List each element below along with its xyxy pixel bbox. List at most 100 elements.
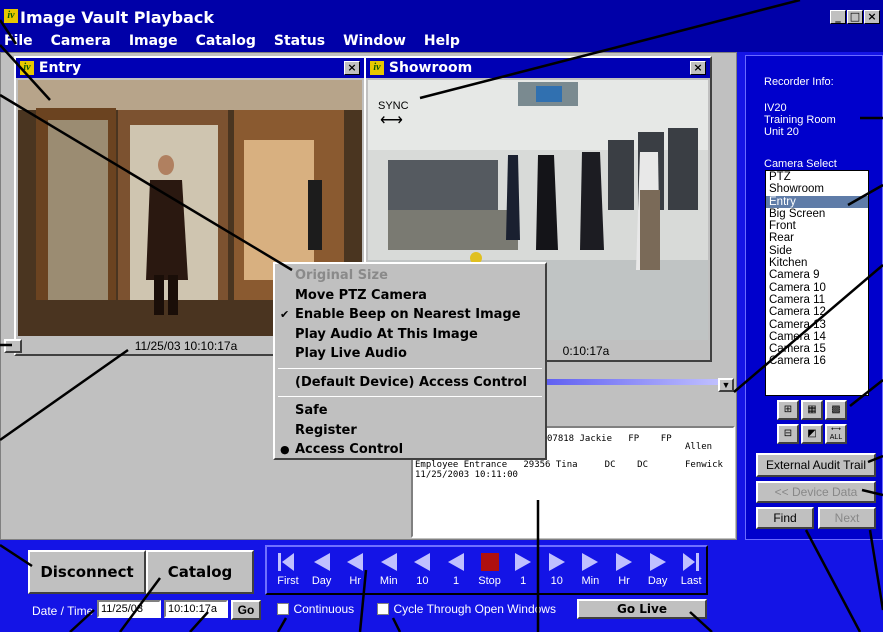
maximize-button[interactable]: □ <box>847 10 863 24</box>
continuous-checkbox[interactable]: Continuous <box>277 600 354 618</box>
step-back-icon <box>448 553 464 571</box>
menu-camera[interactable]: Camera <box>51 33 111 49</box>
menu-item-safe[interactable]: Safe <box>275 401 545 421</box>
menu-window[interactable]: Window <box>343 33 406 49</box>
menu-help[interactable]: Help <box>424 33 460 49</box>
camera-list-item[interactable]: Kitchen <box>766 257 868 269</box>
step-forward-icon <box>649 553 666 571</box>
menu-item-access-control[interactable]: ● Access Control <box>275 440 545 460</box>
go-live-button[interactable]: Go Live <box>577 599 707 619</box>
menu-separator <box>278 396 542 397</box>
menu-item-enable-beep[interactable]: ✔ Enable Beep on Nearest Image <box>275 305 545 325</box>
camera-list-item[interactable]: Front <box>766 220 868 232</box>
camera-list-item[interactable]: Camera 14 <box>766 331 868 343</box>
menu-item-default-device[interactable]: (Default Device) Access Control <box>275 373 545 393</box>
grid-2x2-icon[interactable]: ⊞ <box>777 400 799 420</box>
cycle-windows-checkbox[interactable]: Cycle Through Open Windows <box>377 600 556 618</box>
camera-select-label: Camera Select <box>764 158 837 170</box>
camera-list-item[interactable]: Side <box>766 245 868 257</box>
grid-custom-icon[interactable]: ⊟ <box>777 424 799 444</box>
transport-label: Min <box>581 575 600 587</box>
bullet-icon: ● <box>280 443 290 456</box>
transport-ten-back-button[interactable]: 10 <box>407 549 437 593</box>
playback-transport: First Day Hr Min 10 1 Stop 1 10 Min Hr Day Last <box>265 545 708 595</box>
checkbox-icon <box>377 602 389 615</box>
transport-hr-back-button[interactable]: Hr <box>340 549 370 593</box>
entry-close-button[interactable]: × <box>344 61 360 75</box>
menu-item-original-size[interactable]: Original Size <box>275 266 545 286</box>
menu-catalog[interactable]: Catalog <box>196 33 256 49</box>
camera-list-item[interactable]: Camera 9 <box>766 269 868 281</box>
menu-item-play-audio-image[interactable]: Play Audio At This Image <box>275 325 545 345</box>
close-button[interactable]: × <box>864 10 880 24</box>
menu-file[interactable]: File <box>4 33 33 49</box>
camera-list-item[interactable]: Camera 15 <box>766 343 868 355</box>
step-back-icon <box>380 553 397 571</box>
recorder-unit: Unit 20 <box>764 126 799 138</box>
next-button[interactable]: Next <box>818 507 876 529</box>
transport-stop-button[interactable]: Stop <box>475 549 505 593</box>
entry-title-bar[interactable]: iv Entry × <box>16 58 364 78</box>
transport-one-fwd-button[interactable]: 1 <box>508 549 538 593</box>
disconnect-button[interactable]: Disconnect <box>28 550 146 594</box>
menu-item-register[interactable]: Register <box>275 421 545 441</box>
transport-ten-fwd-button[interactable]: 10 <box>542 549 572 593</box>
chevron-down-icon[interactable]: ▼ <box>718 378 734 392</box>
camera-list-item[interactable]: PTZ <box>766 171 868 183</box>
transport-one-back-button[interactable]: 1 <box>441 549 471 593</box>
transport-hr-fwd-button[interactable]: Hr <box>609 549 639 593</box>
camera-list-item[interactable]: Big Screen <box>766 208 868 220</box>
menu-item-move-ptz[interactable]: Move PTZ Camera <box>275 286 545 306</box>
catalog-button[interactable]: Catalog <box>146 550 254 594</box>
menu-status[interactable]: Status <box>274 33 325 49</box>
menu-separator <box>278 367 542 369</box>
continuous-label: Continuous <box>293 602 355 616</box>
transport-day-back-button[interactable]: Day <box>307 549 337 593</box>
camera-list-item[interactable]: Entry <box>766 195 868 208</box>
go-button[interactable]: Go <box>231 600 261 620</box>
grid-4x4-icon[interactable]: ▩ <box>825 400 847 420</box>
entry-snapshot-button[interactable] <box>4 339 22 353</box>
camera-list-item[interactable]: Rear <box>766 232 868 244</box>
external-audit-trail-button[interactable]: External Audit Trail <box>756 453 876 477</box>
showroom-title: Showroom <box>388 60 473 76</box>
menu-image[interactable]: Image <box>129 33 178 49</box>
transport-last-button[interactable]: Last <box>676 549 706 593</box>
transport-label: 10 <box>550 575 563 587</box>
showroom-close-button[interactable]: × <box>690 61 706 75</box>
minimize-button[interactable]: _ <box>830 10 846 24</box>
recorder-id: IV20 <box>764 102 787 114</box>
app-logo-icon: iv <box>4 9 18 23</box>
step-back-icon <box>414 553 431 571</box>
camera-list-item[interactable]: Camera 12 <box>766 306 868 318</box>
camera-list-item[interactable]: Camera 10 <box>766 282 868 294</box>
camera-list-item[interactable]: Camera 16 <box>766 355 868 367</box>
grid-all-icon[interactable]: ⟷ ALL <box>825 424 847 444</box>
datetime-label: Date / Time <box>32 604 94 618</box>
transport-label: Hr <box>618 575 630 587</box>
cycle-label: Cycle Through Open Windows <box>393 602 556 616</box>
checkbox-icon <box>277 602 289 615</box>
camera-list-item[interactable]: Camera 13 <box>766 319 868 331</box>
menu-item-play-live-audio[interactable]: Play Live Audio <box>275 344 545 364</box>
camera-select-list[interactable]: PTZ Showroom Entry Big Screen Front Rear Side K… <box>765 170 869 396</box>
transport-label: 1 <box>520 575 527 587</box>
skip-last-icon <box>683 553 700 571</box>
device-data-button[interactable]: << Device Data <box>756 481 876 503</box>
step-back-icon <box>347 553 364 571</box>
grid-pip-icon[interactable]: ◩ <box>801 424 823 444</box>
menu-item-label: Enable Beep on Nearest Image <box>295 307 521 322</box>
camera-list-item[interactable]: Showroom <box>766 183 868 195</box>
grid-3x3-icon[interactable]: ▦ <box>801 400 823 420</box>
transport-min-fwd-button[interactable]: Min <box>575 549 605 593</box>
find-button[interactable]: Find <box>756 507 814 529</box>
transport-first-button[interactable]: First <box>273 549 303 593</box>
transport-min-back-button[interactable]: Min <box>374 549 404 593</box>
time-input[interactable]: 10:10:17a <box>164 600 228 618</box>
audit-line-1b: Allen <box>685 442 713 452</box>
transport-day-fwd-button[interactable]: Day <box>643 549 673 593</box>
showroom-title-bar[interactable]: iv Showroom × <box>366 58 710 78</box>
menu-bar: File Camera Image Catalog Status Window Help <box>0 32 883 52</box>
camera-list-item[interactable]: Camera 11 <box>766 294 868 306</box>
date-input[interactable]: 11/25/03 <box>97 600 161 618</box>
